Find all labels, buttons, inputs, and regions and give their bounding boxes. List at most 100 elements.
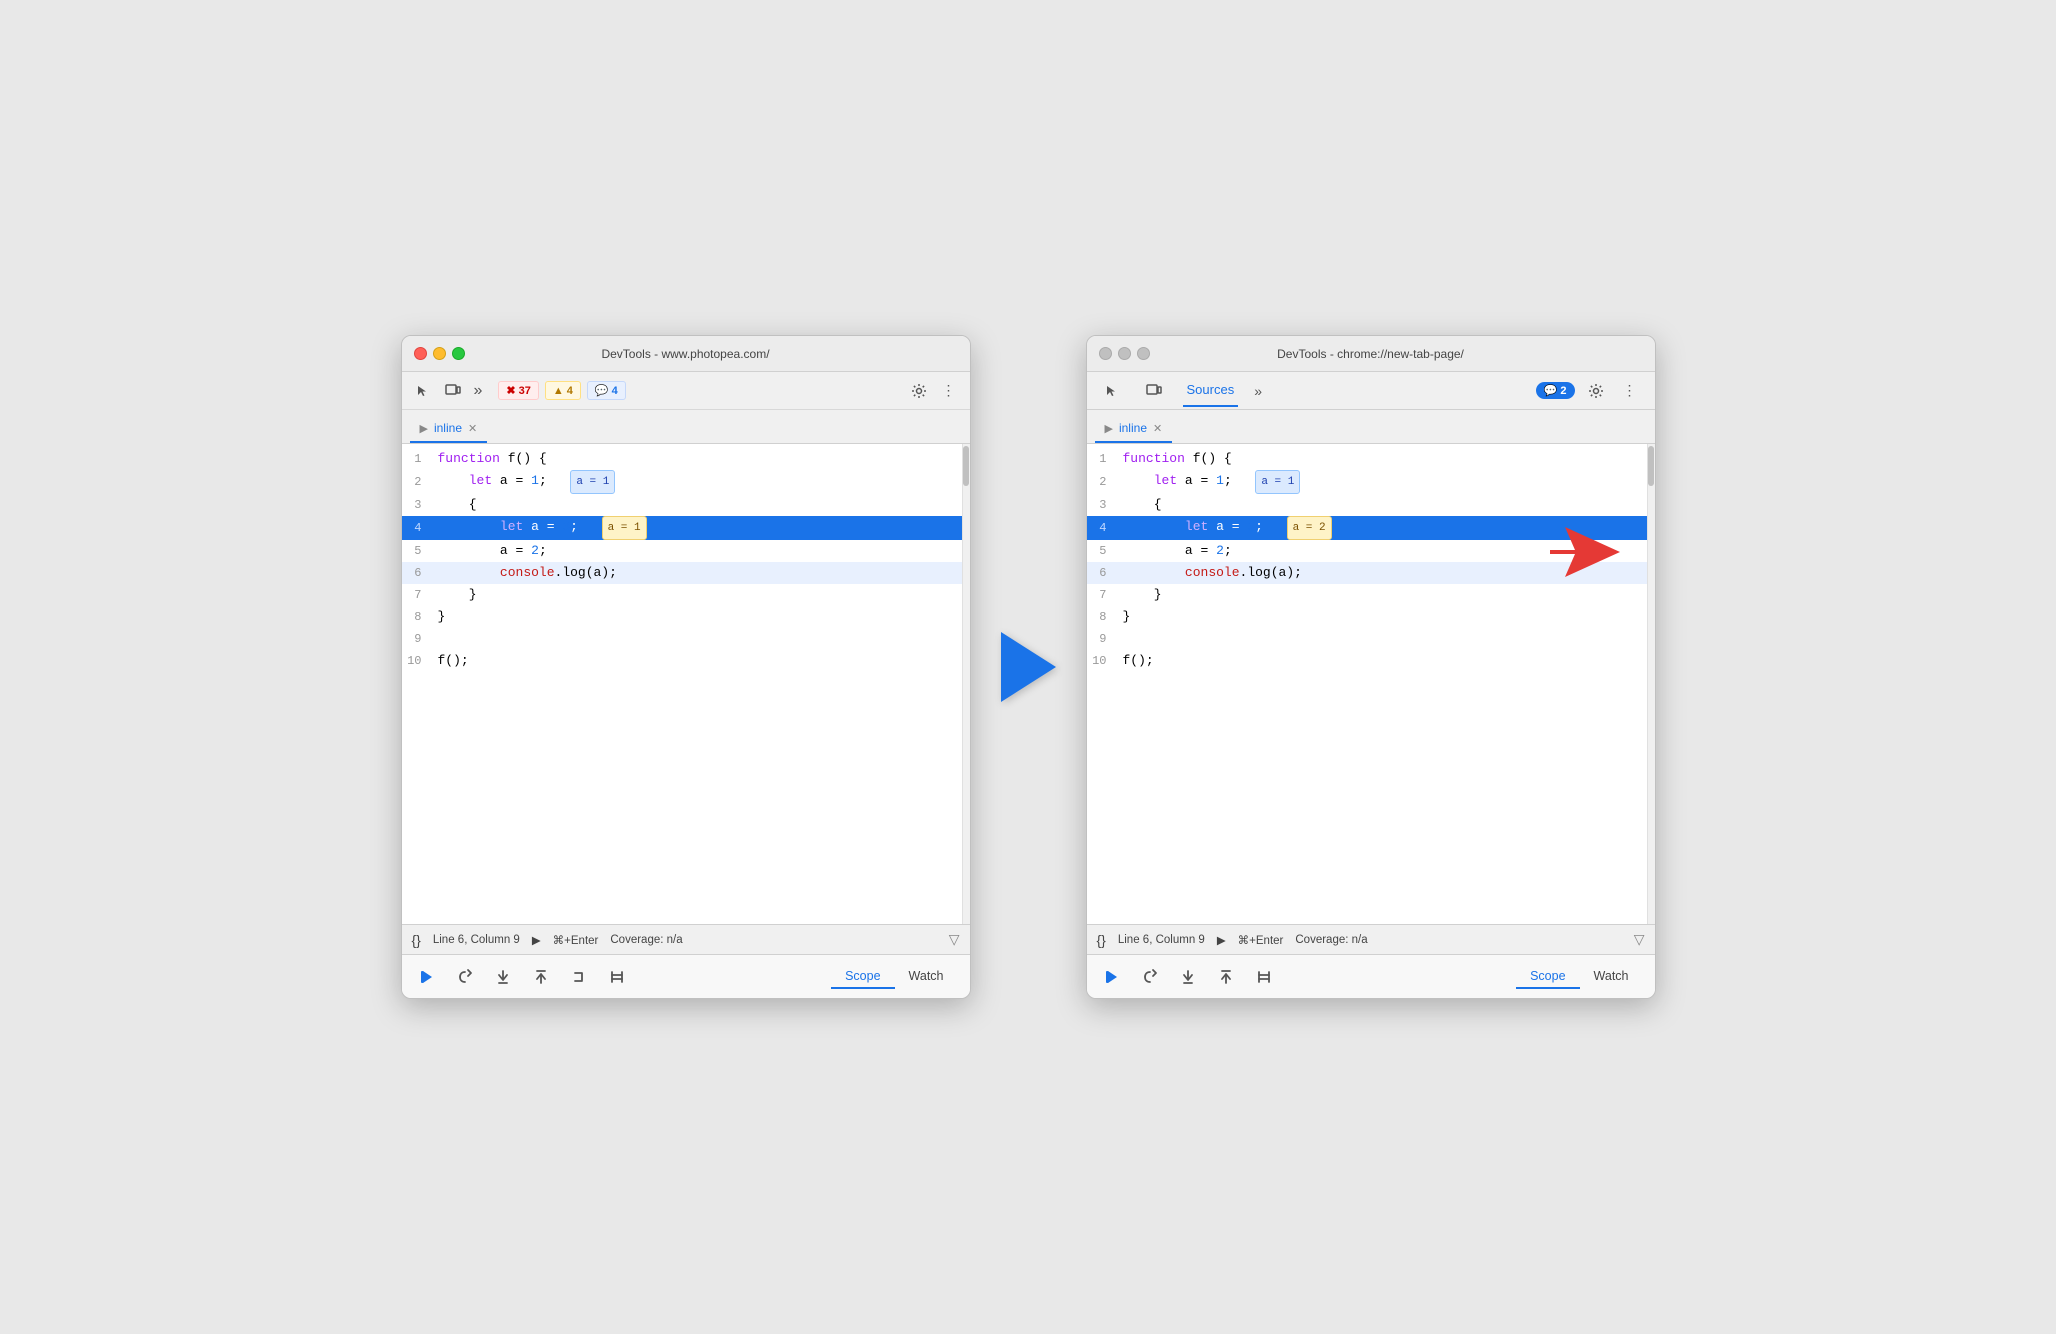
right-deactivate-icon[interactable] — [1251, 964, 1277, 990]
right-debug-toolbar: Scope Watch — [1087, 954, 1655, 998]
right-step-out-icon[interactable] — [1213, 964, 1239, 990]
right-titlebar: DevTools - chrome://new-tab-page/ — [1087, 336, 1655, 372]
right-cursor-icon[interactable] — [1099, 378, 1125, 404]
right-scrollbar[interactable] — [1647, 444, 1655, 924]
right-device-icon[interactable] — [1141, 378, 1167, 404]
right-step-into-icon[interactable] — [1175, 964, 1201, 990]
code-line-4: 4 let a = 3; a = 1 — [402, 516, 962, 540]
right-code-line-2: 2 let a = 1; a = 1 — [1087, 470, 1647, 494]
left-scope-tab[interactable]: Scope — [831, 965, 894, 989]
minimize-button[interactable] — [433, 347, 446, 360]
code-line-1: 1 function f() { — [402, 448, 962, 470]
info-count: 4 — [612, 385, 618, 397]
right-filter-icon[interactable]: ▽ — [1634, 931, 1645, 948]
right-settings-icon[interactable] — [1583, 378, 1609, 404]
left-scrollbar-thumb[interactable] — [963, 446, 969, 486]
warning-icon: ▲ — [553, 385, 564, 397]
right-code-editor: 1 function f() { 2 let a = 1; a = 1 3 { — [1087, 444, 1647, 924]
left-run-shortcut: ⌘+Enter — [553, 933, 599, 947]
right-editor-area: 1 function f() { 2 let a = 1; a = 1 3 { — [1087, 444, 1655, 924]
right-scope-tab[interactable]: Scope — [1516, 965, 1579, 989]
step-out-icon[interactable] — [528, 964, 554, 990]
transition-arrow — [1001, 632, 1056, 702]
cursor-icon[interactable] — [410, 378, 436, 404]
right-devtools-window: DevTools - chrome://new-tab-page/ Source… — [1086, 335, 1656, 999]
right-inline-tab[interactable]: ▶ inline ✕ — [1095, 415, 1173, 443]
right-arrow-shape — [1001, 632, 1056, 702]
right-close-button[interactable] — [1099, 347, 1112, 360]
info-icon: 💬 — [595, 384, 609, 397]
right-toolbar-right: 💬 2 ⋮ — [1536, 378, 1643, 404]
right-code-line-8: 8 } — [1087, 606, 1647, 628]
right-code-line-1: 1 function f() { — [1087, 448, 1647, 470]
device-icon[interactable] — [440, 378, 466, 404]
right-more-options-icon[interactable]: ⋮ — [1617, 378, 1643, 404]
right-scrollbar-thumb[interactable] — [1648, 446, 1654, 486]
left-titlebar: DevTools - www.photopea.com/ — [402, 336, 970, 372]
code-line-7: 7 } — [402, 584, 962, 606]
page-wrapper: DevTools - www.photopea.com/ » ✖ 37 — [361, 295, 1696, 1039]
left-watch-tab[interactable]: Watch — [895, 965, 958, 989]
settings-icon[interactable] — [906, 378, 932, 404]
right-debug-tabs: Scope Watch — [1516, 965, 1642, 989]
right-traffic-lights — [1099, 347, 1150, 360]
left-tab-close[interactable]: ✕ — [468, 422, 477, 435]
right-minimize-button[interactable] — [1118, 347, 1131, 360]
left-tab-bar: ▶ inline ✕ — [402, 410, 970, 444]
right-code-line-5: 5 a = 2; — [1087, 540, 1647, 562]
right-resume-icon[interactable] — [1099, 964, 1125, 990]
close-button[interactable] — [414, 347, 427, 360]
right-watch-tab[interactable]: Watch — [1580, 965, 1643, 989]
right-more-tabs[interactable]: » — [1254, 383, 1262, 399]
warning-badge[interactable]: ▲ 4 — [545, 381, 581, 400]
left-code-editor: 1 function f() { 2 let a = 1; a = 1 3 { — [402, 444, 962, 924]
right-code-lines: 1 function f() { 2 let a = 1; a = 1 3 { — [1087, 444, 1647, 676]
code-line-3: 3 { — [402, 494, 962, 516]
left-inline-tab[interactable]: ▶ inline ✕ — [410, 415, 488, 443]
code-line-6: 6 console.log(a); — [402, 562, 962, 584]
maximize-button[interactable] — [452, 347, 465, 360]
code-line-9: 9 — [402, 628, 962, 650]
right-line-col: Line 6, Column 9 — [1118, 934, 1205, 946]
warning-count: 4 — [567, 385, 573, 397]
right-code-line-7: 7 } — [1087, 584, 1647, 606]
right-format-icon[interactable]: {} — [1097, 932, 1106, 948]
resume-icon[interactable] — [414, 964, 440, 990]
chat-count: 2 — [1560, 385, 1566, 397]
error-count: 37 — [519, 385, 531, 397]
right-code-line-3: 3 { — [1087, 494, 1647, 516]
right-maximize-button[interactable] — [1137, 347, 1150, 360]
left-line-col: Line 6, Column 9 — [433, 934, 520, 946]
error-badge[interactable]: ✖ 37 — [498, 381, 538, 400]
more-tabs-icon[interactable]: » — [470, 382, 487, 400]
step-icon[interactable] — [566, 964, 592, 990]
right-sources-toolbar: Sources » 💬 2 ⋮ — [1087, 372, 1655, 410]
info-badge[interactable]: 💬 4 — [587, 381, 626, 400]
step-into-icon[interactable] — [490, 964, 516, 990]
left-devtools-window: DevTools - www.photopea.com/ » ✖ 37 — [401, 335, 971, 999]
left-window-title: DevTools - www.photopea.com/ — [601, 347, 769, 361]
left-scrollbar[interactable] — [962, 444, 970, 924]
right-sources-tab[interactable]: Sources — [1183, 374, 1239, 407]
left-toolbar: » ✖ 37 ▲ 4 💬 4 — [402, 372, 970, 410]
right-tab-close[interactable]: ✕ — [1153, 422, 1162, 435]
step-over-icon[interactable] — [452, 964, 478, 990]
filter-icon[interactable]: ▽ — [949, 931, 960, 948]
badge-group: ✖ 37 ▲ 4 💬 4 — [498, 381, 625, 400]
left-traffic-lights — [414, 347, 465, 360]
right-coverage: Coverage: n/a — [1295, 934, 1367, 946]
format-icon[interactable]: {} — [412, 932, 421, 948]
right-step-over-icon[interactable] — [1137, 964, 1163, 990]
more-options-icon[interactable]: ⋮ — [936, 378, 962, 404]
code-line-8: 8 } — [402, 606, 962, 628]
deactivate-icon[interactable] — [604, 964, 630, 990]
left-debug-tabs: Scope Watch — [831, 965, 957, 989]
right-chat-badge[interactable]: 💬 2 — [1536, 382, 1575, 399]
right-tab-label: inline — [1119, 421, 1147, 435]
left-tab-label: inline — [434, 421, 462, 435]
code-line-5: 5 a = 2; — [402, 540, 962, 562]
right-window-title: DevTools - chrome://new-tab-page/ — [1277, 347, 1464, 361]
right-code-line-6: 6 console.log(a); — [1087, 562, 1647, 584]
run-separator: ▶ — [532, 933, 541, 947]
code-line-10: 10 f(); — [402, 650, 962, 672]
